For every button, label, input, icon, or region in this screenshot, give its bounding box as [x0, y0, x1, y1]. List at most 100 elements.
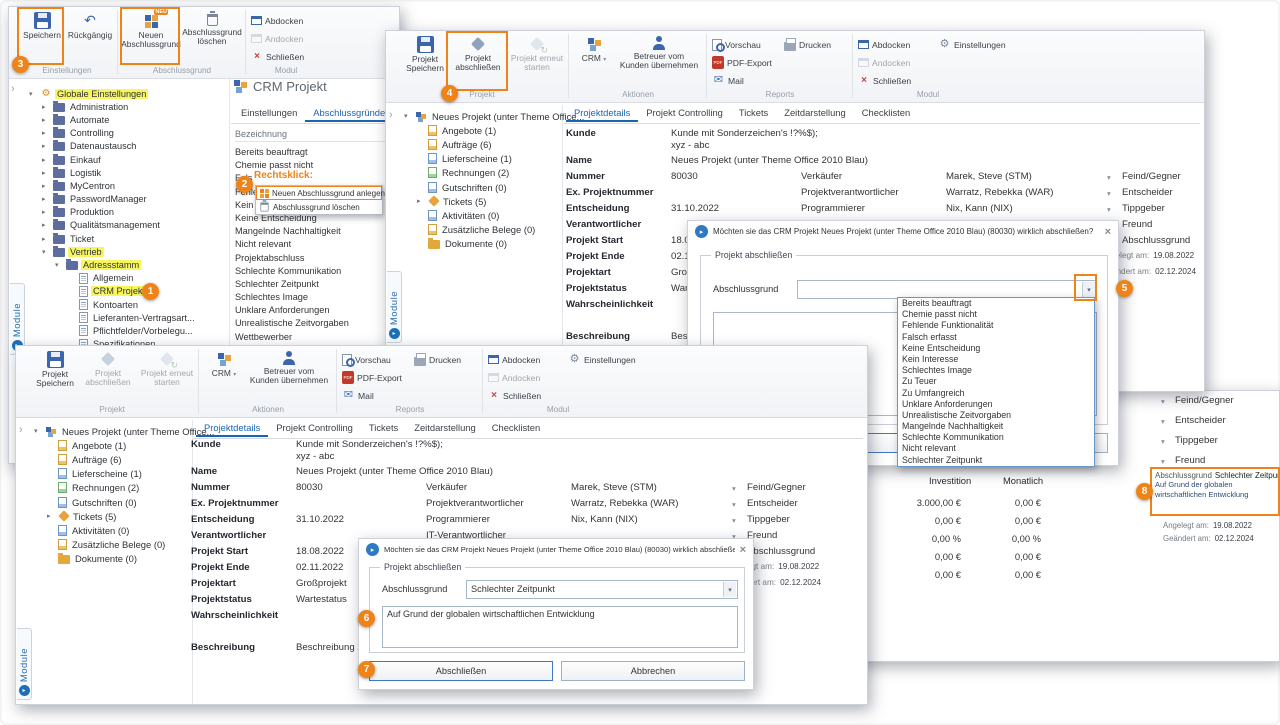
tree-item[interactable]: Zusätzliche Belege (0)	[400, 223, 562, 237]
betreuer-uebernehmen-button[interactable]: Betreuer vomKunden übernehmen	[246, 348, 332, 402]
reason-row[interactable]: Schlechtes Image	[235, 292, 391, 305]
combo-arrow-icon[interactable]	[723, 582, 736, 597]
dropdown-option[interactable]: Unrealistische Zeitvorgaben	[898, 410, 1094, 421]
tree-item[interactable]: Kontoarten	[25, 298, 229, 311]
abdocken-button[interactable]: Abdocken	[251, 13, 303, 28]
dropdown-option[interactable]: Kein Interesse	[898, 354, 1094, 365]
expander-icon[interactable]: ▾	[404, 112, 412, 120]
schliessen-button[interactable]: Schließen	[251, 49, 304, 64]
dropdown-option[interactable]: Keine Entscheidung	[898, 343, 1094, 354]
combo-arrow-icon[interactable]	[1161, 437, 1165, 446]
tab[interactable]: Checklisten	[484, 420, 548, 437]
tab[interactable]: Tickets	[731, 105, 776, 122]
tab[interactable]: Checklisten	[854, 105, 918, 122]
projekt-abschliessen-button[interactable]: Projektabschließen	[80, 348, 136, 402]
expander-icon[interactable]: ▸	[42, 129, 50, 137]
tree-item[interactable]: ▸ Produktion	[25, 206, 229, 219]
expander-icon[interactable]: ▾	[55, 261, 63, 269]
tab[interactable]: Projekt Controlling	[268, 420, 361, 437]
expander-icon[interactable]: ▸	[42, 169, 50, 177]
dropdown-option[interactable]: Zu Umfangreich	[898, 388, 1094, 399]
comment-textarea[interactable]: Auf Grund der globalen wirtschaftlichen …	[382, 606, 738, 648]
expander-icon[interactable]: ▸	[42, 221, 50, 229]
collapse-chevron[interactable]	[389, 109, 393, 121]
expander-icon[interactable]: ▸	[42, 103, 50, 111]
expander-icon[interactable]: ▸	[42, 195, 50, 203]
betreuer-uebernehmen-button[interactable]: Betreuer vomKunden übernehmen	[616, 33, 702, 87]
expander-icon[interactable]: ▾	[34, 427, 42, 435]
tree-item[interactable]: Aufträge (6)	[400, 137, 562, 151]
vorschau-button[interactable]: Vorschau	[342, 352, 391, 367]
dropdown-option[interactable]: Schlechtes Image	[898, 365, 1094, 376]
tree-item[interactable]: Dokumente (0)	[30, 552, 192, 566]
mail-button[interactable]: Mail	[712, 73, 744, 88]
reason-row[interactable]: Bereits beauftragt	[235, 147, 391, 160]
close-icon[interactable]	[740, 544, 746, 556]
tree-item[interactable]: ▾ Adressstamm	[25, 258, 229, 271]
reason-row[interactable]: Mangelnde Nachhaltigkeit	[235, 226, 391, 239]
tree-item[interactable]: ▾ Neues Projekt (unter Theme Office...	[30, 424, 192, 438]
tree-item[interactable]: ▸ Tickets (5)	[30, 509, 192, 523]
tree-item[interactable]: Rechnungen (2)	[30, 481, 192, 495]
tree-item[interactable]: Aktivitäten (0)	[30, 523, 192, 537]
tab[interactable]: Zeitdarstellung	[776, 105, 854, 122]
tree-item[interactable]: Gutschriften (0)	[30, 495, 192, 509]
tree-item[interactable]: ▸ MyCentron	[25, 179, 229, 192]
expander-icon[interactable]: ▸	[42, 208, 50, 216]
abbrechen-button[interactable]: Abbrechen	[561, 661, 745, 681]
tree-item[interactable]: ▸ Datenaustausch	[25, 140, 229, 153]
neuer-abschlussgrund-button[interactable]: NEU NeuenAbschlussgrund	[123, 9, 179, 63]
reason-row[interactable]: Unrealistische Zeitvorgaben	[235, 318, 391, 331]
expander-icon[interactable]: ▸	[42, 116, 50, 124]
tree-item[interactable]: ▸ Administration	[25, 100, 229, 113]
tab[interactable]: Tickets	[361, 420, 406, 437]
abschlussgrund-combobox[interactable]: Schlechter Zeitpunkt	[466, 580, 738, 599]
tree-item[interactable]: ▾ Neues Projekt (unter Theme Office...	[400, 109, 562, 123]
pdf-export-button[interactable]: PDF-Export	[712, 55, 772, 70]
schliessen-button[interactable]: Schließen	[488, 388, 541, 403]
tree-item[interactable]: Gutschriften (0)	[400, 180, 562, 194]
drucken-button[interactable]: Drucken	[784, 37, 831, 52]
module-tab[interactable]: Module	[17, 628, 32, 700]
mail-button[interactable]: Mail	[342, 388, 374, 403]
speichern-button[interactable]: Speichern	[21, 9, 63, 63]
tab[interactable]: Abschlussgründe	[305, 105, 393, 122]
einstellungen-button[interactable]: Einstellungen	[568, 352, 636, 367]
abdocken-button[interactable]: Abdocken	[858, 37, 910, 52]
dropdown-option[interactable]: Schlechter Zeitpunkt	[898, 455, 1094, 466]
combo-arrow-icon[interactable]: ▾	[732, 484, 744, 493]
combo-arrow-icon[interactable]	[1082, 282, 1095, 297]
tree-item[interactable]: ▸ Ticket	[25, 232, 229, 245]
abdocken-button[interactable]: Abdocken	[488, 352, 540, 367]
einstellungen-button[interactable]: Einstellungen	[938, 37, 1006, 52]
combo-arrow-icon[interactable]	[1161, 397, 1165, 406]
tree-item[interactable]: Zusätzliche Belege (0)	[30, 538, 192, 552]
tab[interactable]: Einstellungen	[233, 105, 305, 122]
projekt-abschliessen-button[interactable]: Projektabschließen	[450, 33, 506, 87]
dropdown-option[interactable]: Nicht relevant	[898, 443, 1094, 454]
tree-item[interactable]: ▾ Globale Einstellungen	[25, 87, 229, 100]
andocken-button[interactable]: Andocken	[488, 370, 540, 385]
dropdown-option[interactable]: Fehlende Funktionalität	[898, 320, 1094, 331]
abschliessen-button[interactable]: Abschließen	[369, 661, 553, 681]
combo-arrow-icon[interactable]: ▾	[732, 500, 744, 509]
drucken-button[interactable]: Drucken	[414, 352, 461, 367]
expander-icon[interactable]: ▸	[47, 512, 55, 520]
column-header[interactable]: Bezeichnung	[235, 129, 387, 142]
expander-icon[interactable]: ▾	[42, 248, 50, 256]
dropdown-option[interactable]: Bereits beauftragt	[898, 298, 1094, 309]
projekt-erneut-starten-button[interactable]: Projekt erneutstarten	[140, 348, 194, 402]
reason-row[interactable]: Unklare Anforderungen	[235, 305, 391, 318]
dropdown-option[interactable]: Chemie passt nicht	[898, 309, 1094, 320]
crm-menu-button[interactable]: CRM ▾	[574, 33, 614, 87]
reason-row[interactable]: Wettbewerber	[235, 332, 391, 345]
tree-item[interactable]: ▾ Vertrieb	[25, 245, 229, 258]
expander-icon[interactable]: ▾	[29, 90, 37, 98]
close-icon[interactable]	[1105, 226, 1111, 238]
andocken-button[interactable]: Andocken	[858, 55, 910, 70]
combo-arrow-icon[interactable]: ▾	[1107, 205, 1119, 214]
tree-item[interactable]: Pflichtfelder/Vorbelegu...	[25, 324, 229, 337]
reason-row[interactable]: Nicht relevant	[235, 239, 391, 252]
combo-arrow-icon[interactable]: ▾	[732, 516, 744, 525]
tree-item[interactable]: Aufträge (6)	[30, 452, 192, 466]
